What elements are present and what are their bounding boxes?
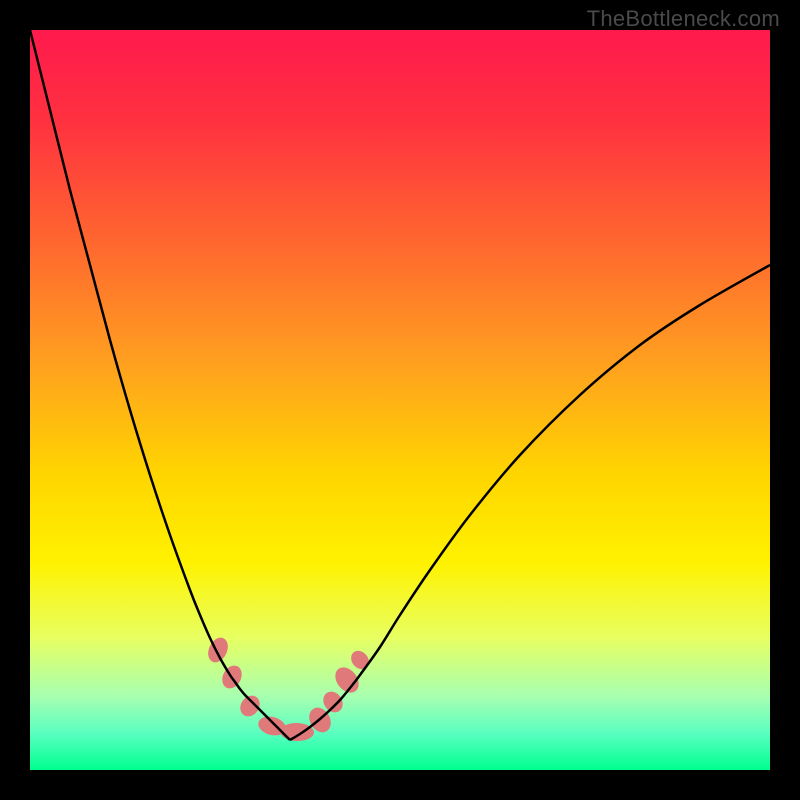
gradient-background	[30, 30, 770, 770]
chart-container: TheBottleneck.com	[0, 0, 800, 800]
chart-plot	[0, 0, 800, 800]
watermark-text: TheBottleneck.com	[587, 6, 780, 32]
